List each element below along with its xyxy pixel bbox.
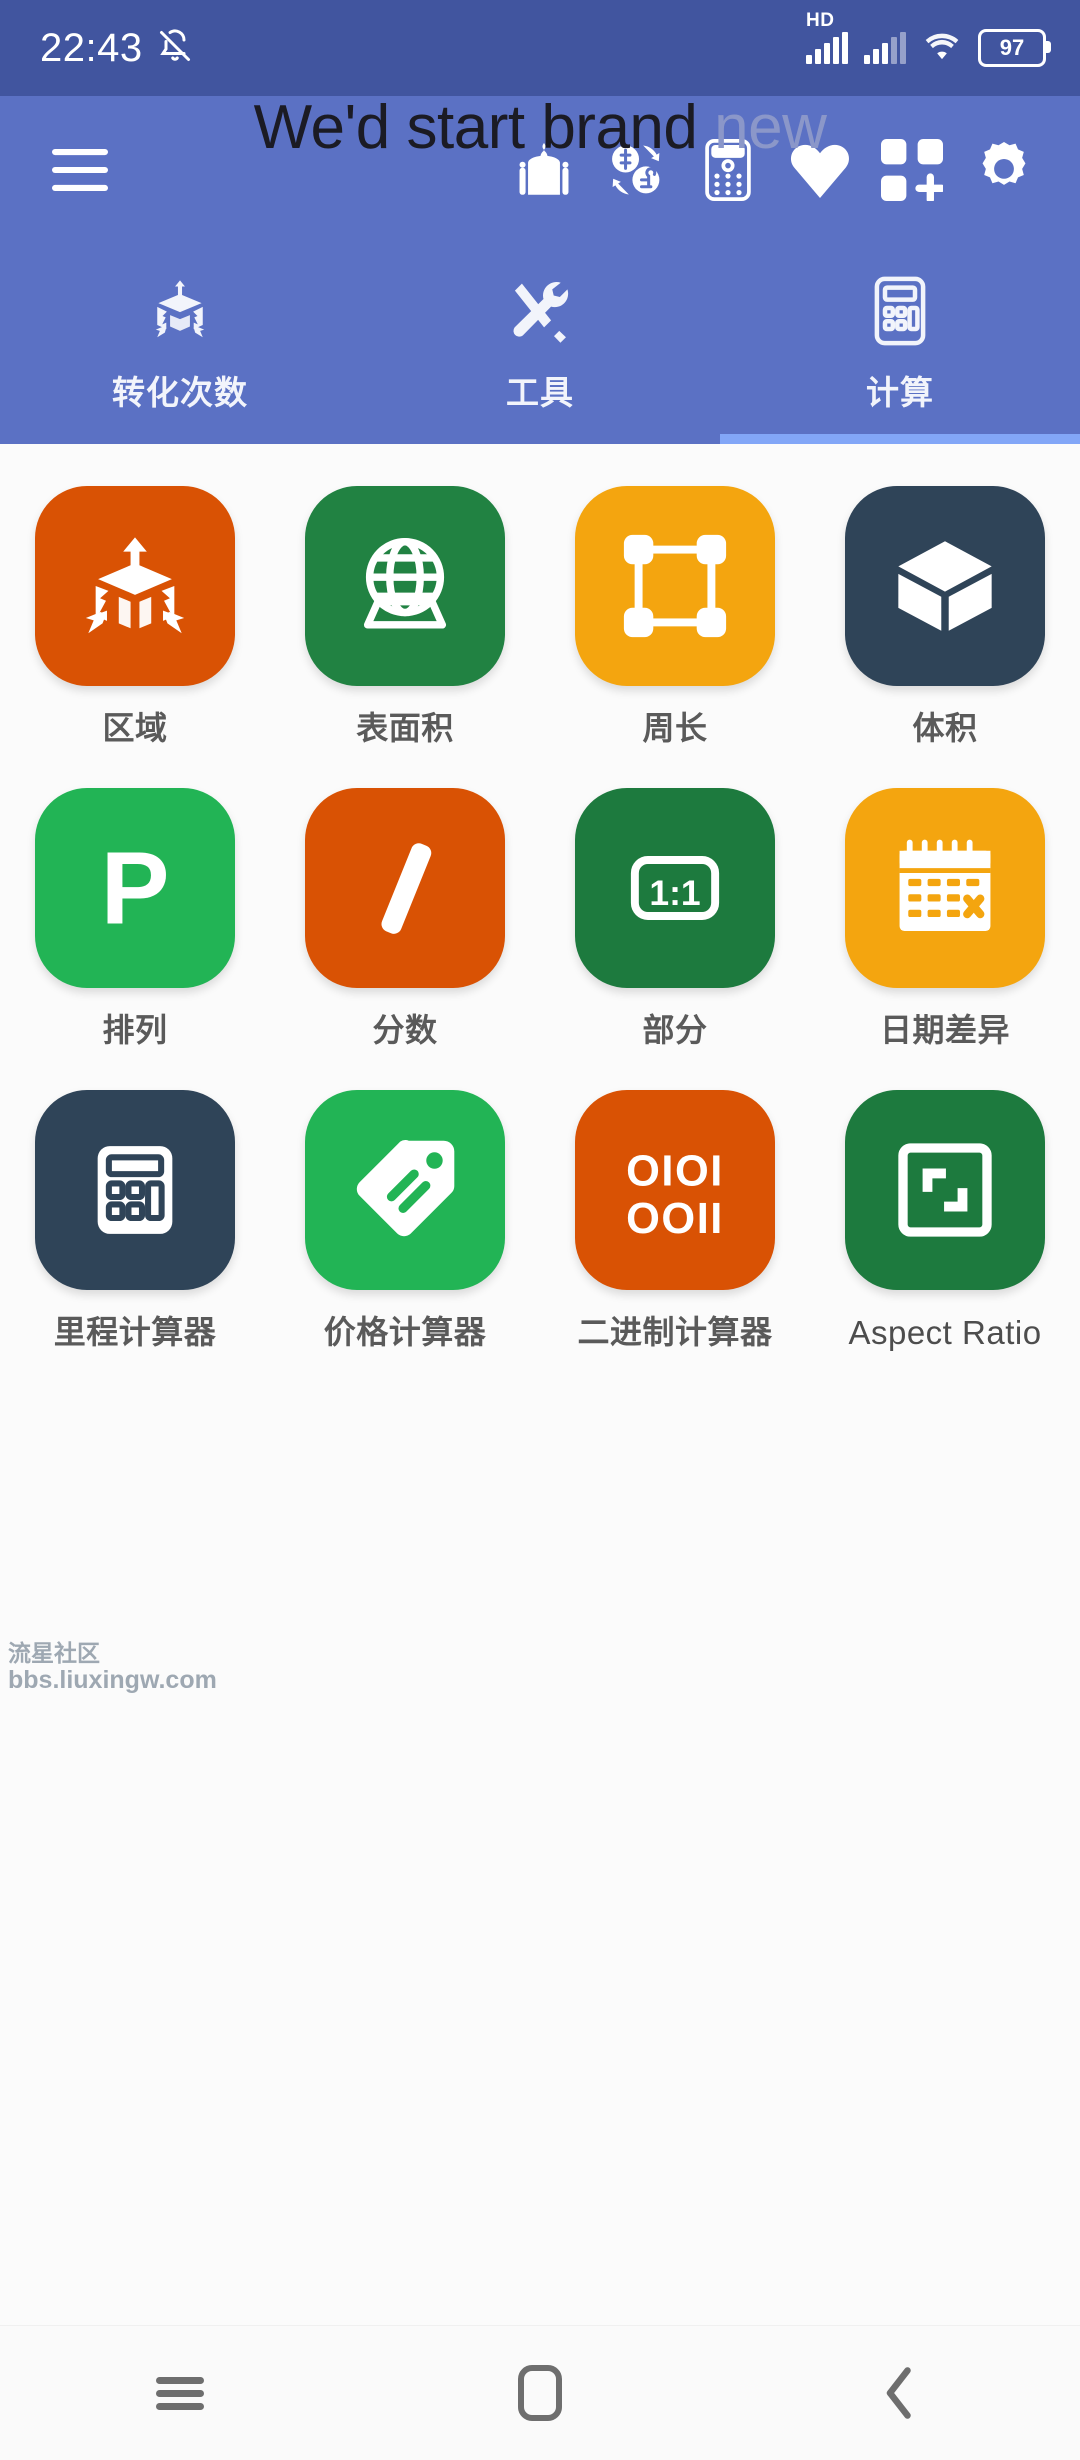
- battery-level: 97: [999, 35, 1025, 60]
- menu-icon[interactable]: [34, 124, 126, 216]
- grid-item-label: 周长: [642, 710, 708, 746]
- watermark-line-1: 流星社区: [8, 1640, 100, 1666]
- calendar-diff-icon: [845, 788, 1045, 988]
- aspect-ratio-icon: [845, 1090, 1045, 1290]
- convert-box-icon: [145, 274, 215, 348]
- grid-item-label: 分数: [372, 1012, 438, 1048]
- home-icon[interactable]: [465, 2348, 615, 2438]
- calculator-device-icon[interactable]: [682, 124, 774, 216]
- tab-conversions[interactable]: 转化次数: [0, 244, 360, 444]
- tab-bar: 转化次数 工具 计算: [0, 244, 1080, 444]
- mileage-calculator-icon: [35, 1090, 235, 1290]
- binary-calculator-icon: OIOI OOII: [575, 1090, 775, 1290]
- tab-label: 计算: [866, 374, 934, 411]
- navigation-bar: [0, 2325, 1080, 2460]
- grid-item-surface-area[interactable]: 表面积: [270, 486, 540, 744]
- grid-item-mileage-calculator[interactable]: 里程计算器: [0, 1090, 270, 1349]
- permutation-p-icon: P: [35, 788, 235, 988]
- currency-exchange-icon[interactable]: [590, 124, 682, 216]
- grid-item-label: 体积: [912, 710, 978, 746]
- svg-text:P: P: [101, 830, 170, 945]
- grid-item-date-difference[interactable]: 日期差异: [810, 788, 1080, 1046]
- ratio-1-1-icon: 1:1: [575, 788, 775, 988]
- back-icon[interactable]: [825, 2348, 975, 2438]
- volume-cube-icon: [845, 486, 1045, 686]
- tab-tools[interactable]: 工具: [360, 244, 720, 444]
- heart-icon[interactable]: [774, 124, 866, 216]
- network-type-label: HD: [806, 10, 835, 31]
- grid-item-label: 价格计算器: [323, 1314, 487, 1350]
- grid-item-fraction[interactable]: 分数: [270, 788, 540, 1046]
- area-box-arrows-icon: [35, 486, 235, 686]
- svg-text:1:1: 1:1: [649, 873, 700, 913]
- grid-item-label: 二进制计算器: [577, 1314, 773, 1350]
- mosque-icon[interactable]: [498, 124, 590, 216]
- status-bar: 22:43 HD 97: [0, 0, 1080, 96]
- grid-item-area[interactable]: 区域: [0, 486, 270, 744]
- perimeter-square-icon: [575, 486, 775, 686]
- main-content: 区域 表面积 周长 体积 P 排列 分数 1:1 部分 日期差异 里程计算器 价…: [0, 444, 1080, 2325]
- grid-item-volume[interactable]: 体积: [810, 486, 1080, 744]
- surface-globe-icon: [305, 486, 505, 686]
- svg-text:OOII: OOII: [626, 1195, 724, 1243]
- status-time: 22:43: [40, 26, 143, 70]
- fraction-slash-icon: [305, 788, 505, 988]
- grid-item-aspect-ratio[interactable]: Aspect Ratio: [810, 1090, 1080, 1349]
- grid-item-label: 日期差异: [879, 1012, 1010, 1048]
- calculator-icon: [867, 274, 933, 348]
- grid-item-label: 表面积: [356, 710, 454, 746]
- phone-screen: 22:43 HD 97 We'd start brand new 转化次数 工具…: [0, 0, 1080, 2460]
- tab-label: 工具: [506, 374, 574, 411]
- grid-item-price-calculator[interactable]: 价格计算器: [270, 1090, 540, 1349]
- signal-bars-icon: HD: [806, 10, 848, 64]
- status-bar-left: 22:43: [40, 28, 193, 69]
- watermark: 流星社区 bbs.liuxingw.com: [8, 1640, 217, 1695]
- grid-item-label: Aspect Ratio: [848, 1314, 1042, 1351]
- add-widget-icon[interactable]: [866, 124, 958, 216]
- grid-item-ratio[interactable]: 1:1 部分: [540, 788, 810, 1046]
- gear-icon[interactable]: [958, 124, 1050, 216]
- grid-item-label: 里程计算器: [53, 1314, 217, 1350]
- tools-icon: [505, 274, 575, 348]
- grid-item-label: 区域: [102, 710, 168, 746]
- grid-item-binary-calculator[interactable]: OIOI OOII 二进制计算器: [540, 1090, 810, 1349]
- grid-item-permutation[interactable]: P 排列: [0, 788, 270, 1046]
- grid-item-perimeter[interactable]: 周长: [540, 486, 810, 744]
- watermark-line-2: bbs.liuxingw.com: [8, 1666, 217, 1695]
- tab-calculate[interactable]: 计算: [720, 244, 1080, 444]
- tab-label: 转化次数: [112, 374, 248, 411]
- svg-text:OIOI: OIOI: [626, 1147, 724, 1195]
- app-bar: We'd start brand new: [0, 93, 1080, 244]
- bell-muted-icon: [157, 28, 193, 69]
- status-bar-right: HD 97: [806, 10, 1051, 67]
- battery-indicator: 97: [978, 29, 1051, 67]
- calculator-grid: 区域 表面积 周长 体积 P 排列 分数 1:1 部分 日期差异 里程计算器 价…: [0, 486, 1080, 1349]
- recents-icon[interactable]: [105, 2348, 255, 2438]
- wifi-icon: [922, 30, 962, 67]
- grid-item-label: 部分: [642, 1012, 708, 1048]
- price-tag-icon: [305, 1090, 505, 1290]
- grid-item-label: 排列: [102, 1012, 168, 1048]
- signal-bars-secondary-icon: [864, 32, 906, 64]
